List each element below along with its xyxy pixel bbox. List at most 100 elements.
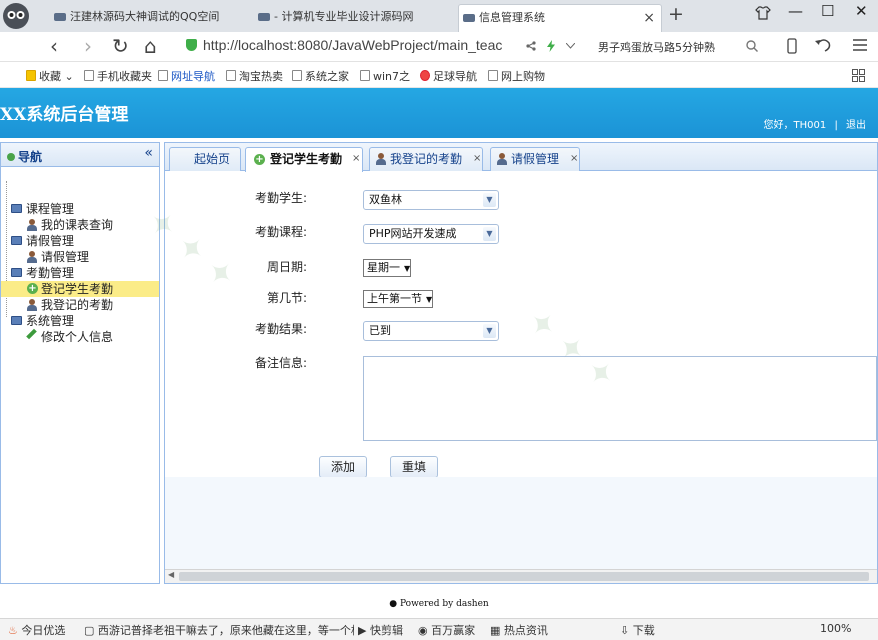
scroll-left-icon[interactable]: ◀	[168, 570, 174, 579]
status-download[interactable]: ⇩ 下载	[620, 622, 655, 638]
result-label: 考勤结果:	[255, 322, 308, 336]
browser-tab-strip: 汪建林源码大神调试的QQ空间 - 计算机专业毕业设计源码网 信息管理系统 × +…	[0, 0, 878, 32]
computer-icon	[11, 204, 22, 213]
grid-icon[interactable]	[852, 69, 865, 82]
share-icon[interactable]	[526, 41, 536, 51]
search-icon[interactable]	[746, 40, 758, 52]
powered-by: ● Powered by dashen	[389, 599, 489, 609]
secure-shield-icon	[186, 39, 197, 51]
phone-icon	[84, 70, 94, 81]
bookmark-win7[interactable]: win7之	[360, 68, 410, 84]
student-select[interactable]: 双鱼林 ▼	[363, 190, 499, 210]
tab-leave-mgmt[interactable]: 请假管理 ×	[490, 147, 580, 171]
new-tab-button[interactable]: +	[668, 3, 684, 25]
tree-node-edit-profile[interactable]: 修改个人信息	[1, 328, 159, 345]
status-hot-news[interactable]: ▦ 热点资讯	[490, 622, 548, 638]
browser-logo-icon	[3, 3, 29, 29]
computer-icon	[11, 268, 22, 277]
result-select[interactable]: 已到 ▼	[363, 321, 499, 341]
tree-node-my-schedule[interactable]: 我的课表查询	[1, 217, 159, 233]
close-tab-icon[interactable]: ×	[643, 5, 655, 31]
person-icon	[497, 153, 507, 165]
status-today[interactable]: ♨ 今日优选	[8, 622, 65, 638]
tab-home[interactable]: 起始页	[169, 147, 241, 171]
sidebar-header: 导航 «	[1, 143, 159, 167]
maximize-button[interactable]: ☐	[821, 2, 834, 20]
tab-favicon-icon	[463, 14, 475, 22]
tree-node-attendance-mgmt[interactable]: 考勤管理	[1, 265, 159, 281]
reset-button[interactable]: 重填	[390, 456, 439, 478]
forward-button[interactable]: ›	[84, 35, 92, 57]
scrollbar-thumb[interactable]	[179, 572, 869, 581]
bookmark-nav[interactable]: 网址导航	[158, 68, 215, 84]
phone-icon[interactable]	[787, 38, 797, 54]
close-tab-icon[interactable]: ×	[473, 148, 481, 170]
status-quick-edit[interactable]: ▶ 快剪辑	[358, 622, 403, 638]
address-bar: ‹ › ↻ ⌂ http://localhost:8080/JavaWebPro…	[0, 32, 878, 62]
dropdown-icon[interactable]	[566, 43, 575, 49]
refresh-button[interactable]: ↻	[112, 35, 129, 57]
fire-icon: ♨	[8, 624, 18, 637]
remark-textarea[interactable]	[363, 356, 877, 441]
close-window-button[interactable]: ✕	[855, 2, 868, 20]
student-label: 考勤学生:	[255, 191, 308, 205]
weekday-label: 周日期:	[267, 260, 308, 274]
computer-icon	[11, 316, 22, 325]
home-button[interactable]: ⌂	[144, 35, 157, 57]
close-tab-icon[interactable]: ×	[570, 148, 578, 170]
logout-link[interactable]: 退出	[846, 120, 866, 131]
tab-favicon-icon	[258, 13, 270, 21]
tab-register-attendance[interactable]: + 登记学生考勤 ×	[245, 147, 363, 172]
url-text: http://localhost:8080/JavaWebProject/mai…	[203, 37, 503, 53]
browser-status-bar: ♨ 今日优选 ▢ 西游记普择老祖干嘛去了，原来他藏在这里，等一个机缘 ▶ 快剪辑…	[0, 618, 878, 640]
close-tab-icon[interactable]: ×	[352, 148, 360, 170]
tree-node-my-attendance[interactable]: 我登记的考勤	[1, 297, 159, 313]
browser-tab-2[interactable]: - 计算机专业毕业设计源码网	[254, 4, 450, 32]
page-icon	[158, 70, 168, 81]
url-field[interactable]: http://localhost:8080/JavaWebProject/mai…	[186, 37, 522, 53]
chevron-down-icon: ▼	[404, 264, 411, 273]
chevron-down-icon: ▼	[483, 193, 496, 207]
collapse-sidebar-button[interactable]: «	[144, 145, 153, 161]
tree-node-leave-mgmt[interactable]: 请假管理	[1, 233, 159, 249]
tree-node-system-mgmt[interactable]: 系统管理	[1, 313, 159, 329]
bookmark-mobile[interactable]: 手机收藏夹	[84, 68, 152, 84]
undo-icon[interactable]	[814, 37, 832, 53]
computer-icon	[11, 236, 22, 245]
status-million[interactable]: ◉ 百万赢家	[418, 622, 475, 638]
bookmark-taobao[interactable]: 淘宝热卖	[226, 68, 283, 84]
back-button[interactable]: ‹	[50, 35, 58, 57]
status-zoom[interactable]: 100%	[820, 622, 851, 635]
sidebar-title: 导航	[7, 148, 42, 165]
horizontal-scrollbar[interactable]: ◀	[165, 569, 877, 583]
page-footer: ● Powered by dashen	[0, 584, 878, 618]
tree-node-course-mgmt[interactable]: 课程管理	[1, 201, 159, 217]
tree-node-register-attendance[interactable]: + 登记学生考勤	[1, 281, 159, 297]
search-suggestion[interactable]: 男子鸡蛋放马路5分钟熟	[598, 39, 738, 55]
weekday-select[interactable]: 星期一 ▼	[363, 259, 412, 277]
bookmark-xitong[interactable]: 系统之家	[292, 68, 349, 84]
chevron-down-icon: ▼	[426, 295, 433, 304]
status-news[interactable]: ▢ 西游记普择老祖干嘛去了，原来他藏在这里，等一个机缘	[84, 622, 354, 638]
nav-icon	[7, 153, 15, 161]
shirt-icon[interactable]	[755, 6, 771, 20]
football-icon	[420, 70, 430, 81]
lightning-icon[interactable]	[547, 40, 555, 52]
tree-node-leave[interactable]: 请假管理	[1, 249, 159, 265]
browser-tab-3[interactable]: 信息管理系统 ×	[458, 4, 662, 32]
add-button[interactable]: 添加	[319, 456, 368, 478]
menu-icon[interactable]	[853, 39, 867, 51]
course-select[interactable]: PHP网站开发速成 ▼	[363, 224, 499, 244]
person-icon	[27, 219, 37, 231]
bookmark-shopping[interactable]: 网上购物	[488, 68, 545, 84]
app-title: XX系统后台管理	[0, 105, 129, 125]
separator: |	[834, 120, 838, 131]
bookmark-favorites[interactable]: 收藏 ⌄	[26, 68, 74, 84]
minimize-button[interactable]: —	[788, 2, 803, 20]
tab-my-attendance[interactable]: 我登记的考勤 ×	[369, 147, 483, 171]
bookmark-football[interactable]: 足球导航	[420, 68, 477, 84]
period-select[interactable]: 上午第一节 ▼	[363, 290, 434, 308]
browser-tab-1[interactable]: 汪建林源码大神调试的QQ空间	[50, 4, 246, 32]
person-icon	[27, 299, 37, 311]
main-panel: 起始页 + 登记学生考勤 × 我登记的考勤 × 请假管理 × 考勤学生: 双鱼林…	[164, 142, 878, 584]
